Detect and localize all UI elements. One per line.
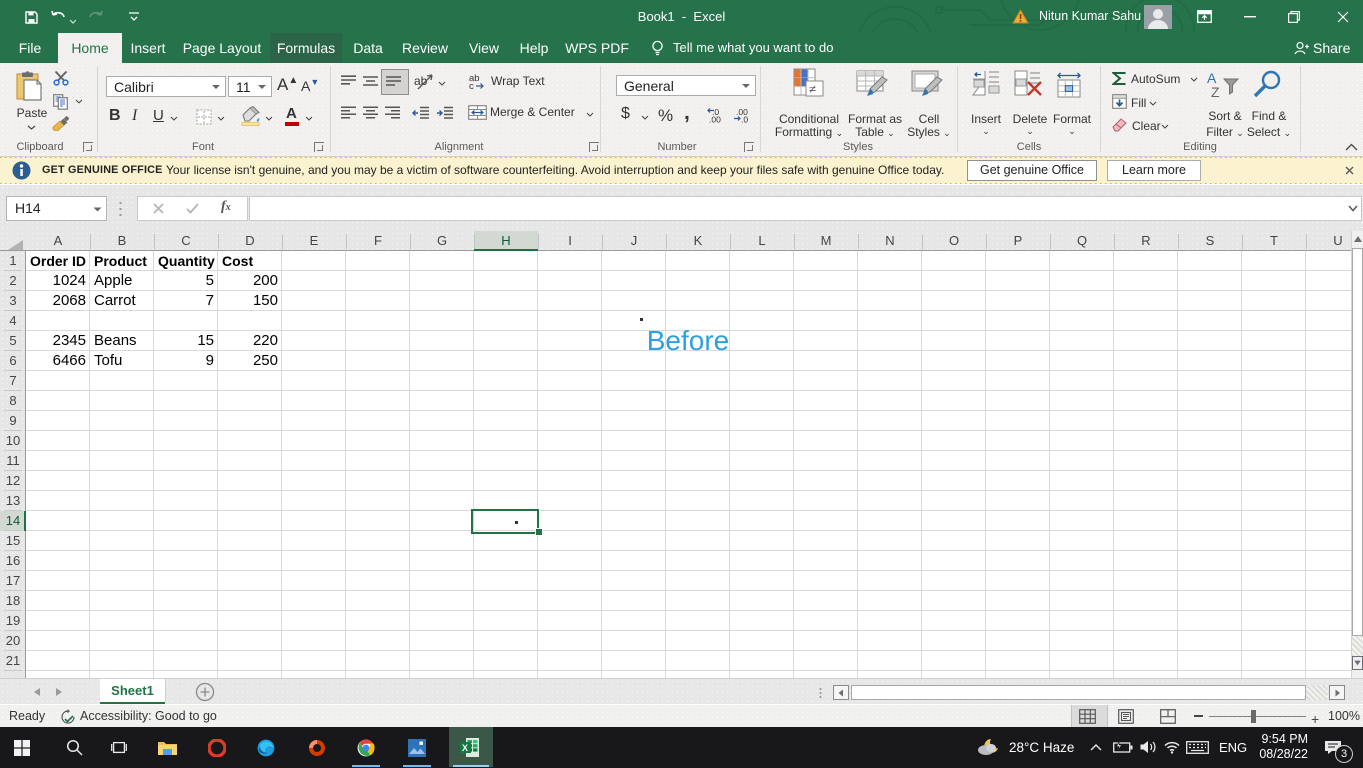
svg-text:X: X [462, 743, 468, 753]
svg-text:.0: .0 [741, 115, 748, 124]
svg-text:c: c [469, 81, 474, 90]
svg-text:≠: ≠ [809, 82, 816, 97]
svg-text:.00: .00 [709, 115, 721, 124]
svg-text:Z: Z [1211, 84, 1220, 99]
